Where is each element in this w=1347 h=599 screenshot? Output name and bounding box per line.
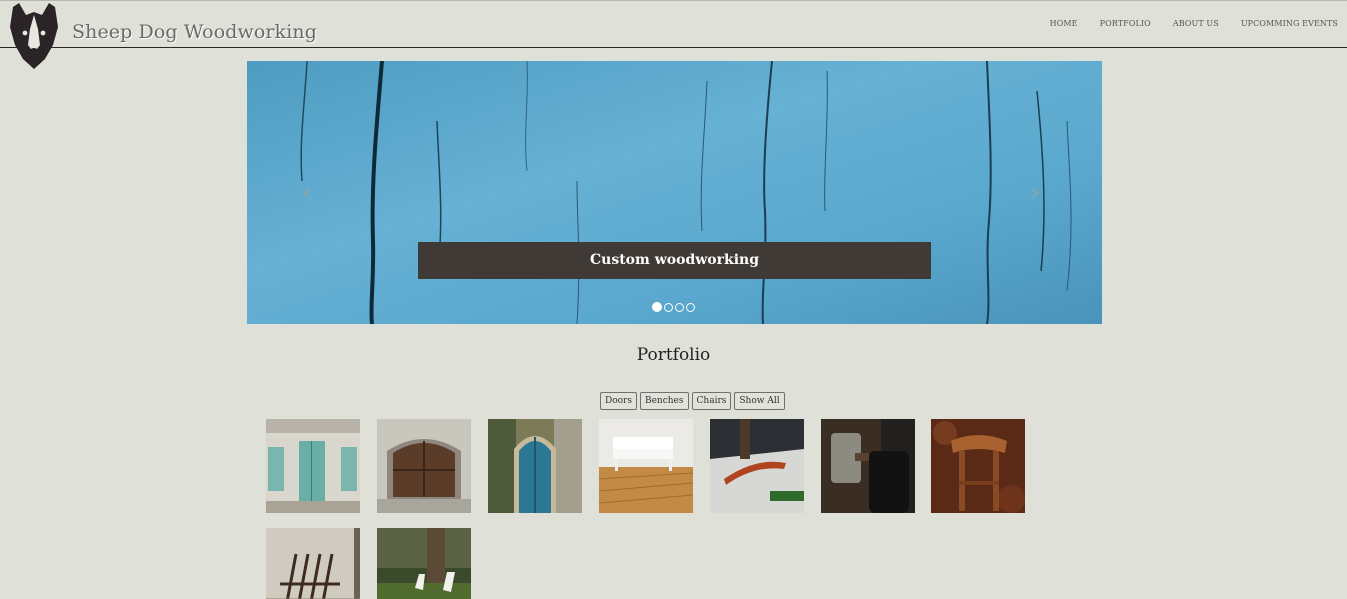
carousel-indicator-4[interactable] [686,302,695,312]
portfolio-thumb-benches-1[interactable] [599,419,693,513]
sheepdog-head-icon[interactable] [9,1,59,71]
leather-armchairs-photo [821,419,915,513]
site-header: Sheep Dog Woodworking HOME PORTFOLIO ABO… [0,1,1347,69]
carousel-indicator-1[interactable] [652,302,662,312]
site-title[interactable]: Sheep Dog Woodworking [72,21,317,43]
portfolio-thumb-chairs-1[interactable] [821,419,915,513]
nav-upcoming-events[interactable]: UPCOMMING EVENTS [1241,19,1338,28]
carousel-indicator-2[interactable] [664,302,673,312]
main-nav: HOME PORTFOLIO ABOUT US UPCOMMING EVENTS [1050,19,1338,28]
portfolio-thumb-doors-3[interactable] [488,419,582,513]
carousel-indicator-3[interactable] [675,302,684,312]
blue-wood-texture-image [247,61,1102,324]
white-adirondack-chairs-photo [377,528,471,599]
portfolio-thumb-chairs-4[interactable] [377,528,471,599]
hero-carousel[interactable] [247,61,1102,324]
portfolio-thumb-doors-1[interactable] [266,419,360,513]
white-bench-on-wood-floor-photo [599,419,693,513]
carousel-prev-button[interactable]: ‹ [302,178,312,208]
filter-doors-button[interactable]: Doors [600,392,637,410]
nav-portfolio[interactable]: PORTFOLIO [1100,19,1151,28]
wooden-bench-with-tree-photo [710,419,804,513]
folding-wooden-chairs-photo [266,528,360,599]
nav-about-us[interactable]: ABOUT US [1173,19,1219,28]
wooden-stool-photo [931,419,1025,513]
filter-show-all-button[interactable]: Show All [734,392,785,410]
filter-chairs-button[interactable]: Chairs [691,392,732,410]
portfolio-thumb-benches-2[interactable] [710,419,804,513]
filter-benches-button[interactable]: Benches [639,392,689,410]
portfolio-filters: Doors Benches Chairs Show All [600,392,785,410]
portfolio-thumb-chairs-2[interactable] [931,419,1025,513]
carousel-indicators [652,302,695,312]
carousel-caption: Custom woodworking [418,242,931,279]
blue-arched-door-photo [488,419,582,513]
white-facade-teal-doors-photo [266,419,360,513]
arched-wooden-garage-door-photo [377,419,471,513]
nav-home[interactable]: HOME [1050,19,1078,28]
carousel-next-button[interactable]: › [1030,178,1040,208]
portfolio-title: Portfolio [636,345,711,365]
portfolio-thumb-chairs-3[interactable] [266,528,360,599]
portfolio-thumb-doors-2[interactable] [377,419,471,513]
